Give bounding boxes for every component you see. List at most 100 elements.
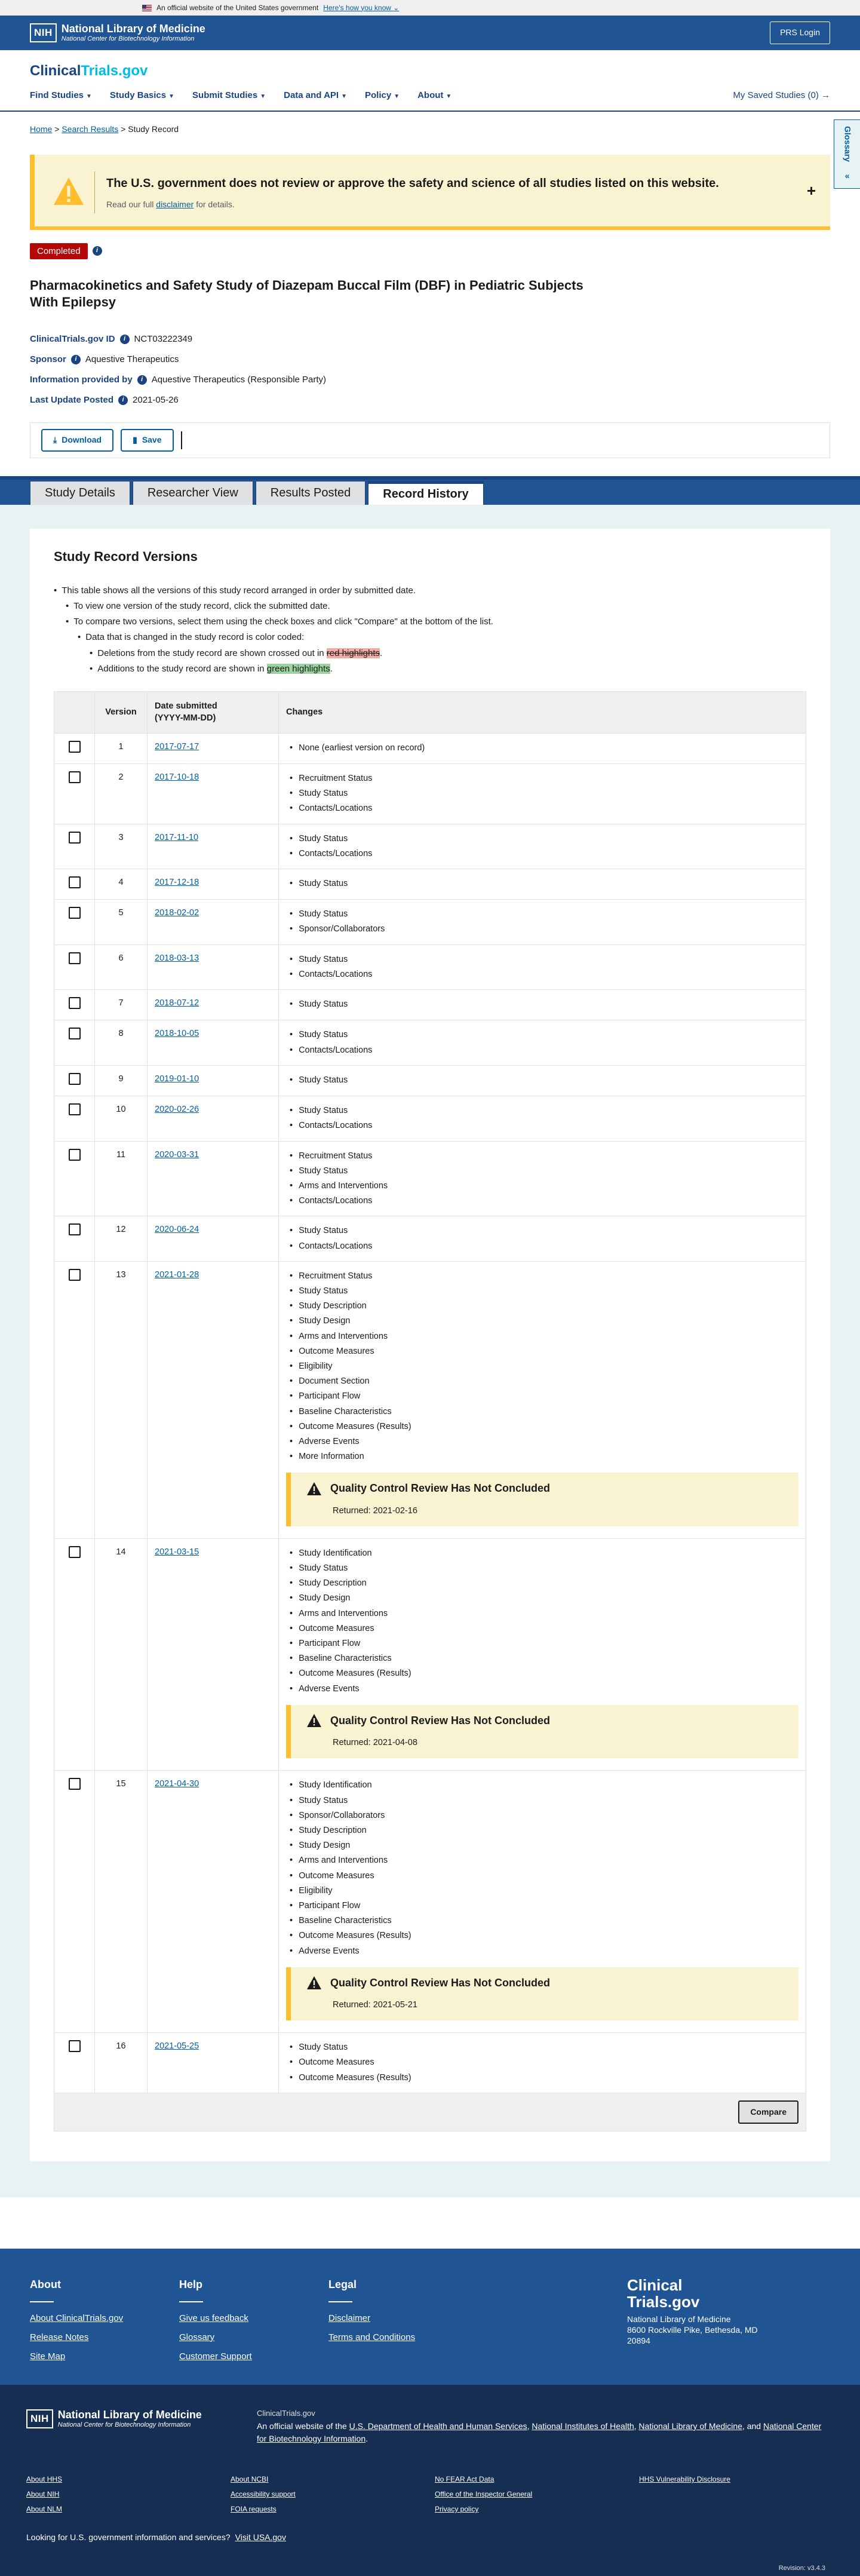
version-date-link[interactable]: 2021-05-25 — [155, 2041, 199, 2051]
version-checkbox[interactable] — [68, 1148, 81, 1161]
footer-link[interactable]: About HHS — [26, 2474, 231, 2485]
nav-study-basics[interactable]: Study Basics ▼ — [110, 89, 174, 102]
change-item: Eligibility — [286, 1884, 798, 1899]
footer-link[interactable]: No FEAR Act Data — [435, 2474, 639, 2485]
footer-link[interactable]: Site Map — [30, 2350, 179, 2363]
version-date-link[interactable]: 2021-01-28 — [155, 1270, 199, 1280]
footer-link[interactable]: Give us feedback — [179, 2312, 328, 2324]
version-date-link[interactable]: 2020-03-31 — [155, 1150, 199, 1160]
my-saved-studies-link[interactable]: My Saved Studies (0) → — [733, 89, 830, 102]
info-icon[interactable]: i — [137, 375, 147, 385]
glossary-tab[interactable]: Glossary « — [834, 119, 860, 189]
version-date-link[interactable]: 2017-07-17 — [155, 742, 199, 752]
version-checkbox[interactable] — [68, 1545, 81, 1558]
version-date-link[interactable]: 2021-03-15 — [155, 1547, 199, 1557]
version-checkbox[interactable] — [68, 740, 81, 753]
tab-researcher-view[interactable]: Researcher View — [132, 480, 253, 505]
version-checkbox[interactable] — [68, 1103, 81, 1116]
version-checkbox[interactable] — [68, 1028, 81, 1040]
provided-label: Information provided by — [30, 375, 133, 385]
date-cell: 2020-06-24 — [147, 1216, 279, 1262]
qc-returned: Returned: 2021-05-21 — [333, 2000, 417, 2010]
change-item: Adverse Events — [286, 1434, 798, 1449]
info-icon[interactable]: i — [70, 354, 81, 364]
change-item: Recruitment Status — [286, 1149, 798, 1164]
version-checkbox[interactable] — [68, 2040, 81, 2053]
version-date-link[interactable]: 2020-02-26 — [155, 1105, 199, 1114]
version-checkbox[interactable] — [68, 907, 81, 919]
footer-link[interactable]: About NIH — [26, 2489, 231, 2500]
version-date-link[interactable]: 2017-12-18 — [155, 878, 199, 887]
usagov-link[interactable]: Visit USA.gov — [235, 2532, 286, 2542]
nih-link[interactable]: National Institutes of Health — [532, 2421, 634, 2431]
footer-link[interactable] — [639, 2489, 843, 2500]
version-checkbox[interactable] — [68, 771, 81, 783]
version-date-link[interactable]: 2018-02-02 — [155, 908, 199, 918]
nlm-footer-logo[interactable]: NIH National Library of Medicine Nationa… — [26, 2409, 202, 2428]
nav-find-studies[interactable]: Find Studies ▼ — [30, 89, 92, 102]
footer-link[interactable]: Terms and Conditions — [328, 2331, 478, 2344]
breadcrumb-search[interactable]: Search Results — [62, 124, 118, 134]
save-button[interactable]: ▮ Save — [121, 428, 174, 452]
nlm-link[interactable]: National Library of Medicine — [638, 2421, 742, 2431]
download-button[interactable]: ⤓ Download — [41, 428, 114, 452]
footer-link[interactable]: Office of the Inspector General — [435, 2489, 639, 2500]
footer-link[interactable]: Disclaimer — [328, 2312, 478, 2324]
tab-record-history[interactable]: Record History — [368, 480, 484, 505]
tab-study-details[interactable]: Study Details — [30, 480, 130, 505]
footer-link[interactable] — [639, 2504, 843, 2514]
nav-policy[interactable]: Policy ▼ — [365, 89, 400, 102]
version-checkbox[interactable] — [68, 952, 81, 964]
version-date-link[interactable]: 2018-03-13 — [155, 953, 199, 963]
version-checkbox[interactable] — [68, 1268, 81, 1281]
nlm-logo[interactable]: NIH National Library of Medicine Nationa… — [30, 23, 205, 42]
qc-returned: Returned: 2021-02-16 — [333, 1505, 417, 1516]
version-checkbox[interactable] — [68, 1223, 81, 1236]
version-checkbox[interactable] — [68, 876, 81, 888]
change-item: Outcome Measures — [286, 1869, 798, 1884]
compare-button[interactable]: Compare — [738, 2100, 798, 2124]
sponsor-label: Sponsor — [30, 354, 66, 365]
tab-results-posted[interactable]: Results Posted — [255, 480, 366, 505]
footer-link[interactable]: About NCBI — [231, 2474, 435, 2485]
expand-plus-icon[interactable]: + — [807, 180, 816, 201]
footer-link[interactable]: Release Notes — [30, 2331, 179, 2344]
date-cell: 2017-10-18 — [147, 763, 279, 824]
disclaimer-link[interactable]: disclaimer — [156, 200, 194, 209]
version-checkbox[interactable] — [68, 1072, 81, 1085]
version-date-link[interactable]: 2021-04-30 — [155, 1779, 199, 1789]
version-date-link[interactable]: 2019-01-10 — [155, 1074, 199, 1084]
version-checkbox[interactable] — [68, 997, 81, 1010]
version-date-link[interactable]: 2018-10-05 — [155, 1029, 199, 1038]
prs-login-button[interactable]: PRS Login — [770, 22, 830, 44]
table-row: 10 2020-02-26 Study StatusContacts/Locat… — [54, 1096, 806, 1142]
version-checkbox[interactable] — [68, 831, 81, 844]
info-icon[interactable]: i — [92, 246, 102, 256]
footer-bottom: NIH National Library of Medicine Nationa… — [0, 2385, 860, 2576]
nav-data-api[interactable]: Data and API ▼ — [284, 89, 347, 102]
desc-line: Data that is changed in the study record… — [54, 630, 806, 645]
footer-link[interactable]: Accessibility support — [231, 2489, 435, 2500]
hhs-link[interactable]: U.S. Department of Health and Human Serv… — [349, 2421, 527, 2431]
version-date-link[interactable]: 2018-07-12 — [155, 998, 199, 1008]
footer-link[interactable]: About NLM — [26, 2504, 231, 2514]
nav-submit-studies[interactable]: Submit Studies ▼ — [192, 89, 266, 102]
footer-link[interactable]: FOIA requests — [231, 2504, 435, 2514]
version-date-link[interactable]: 2017-11-10 — [155, 833, 198, 842]
clinicaltrials-logo[interactable]: ClinicalTrials.gov — [30, 61, 148, 81]
footer-link[interactable]: Glossary — [179, 2331, 328, 2344]
footer-logo[interactable]: Clinical Trials.gov — [627, 2277, 776, 2310]
version-date-link[interactable]: 2020-06-24 — [155, 1225, 199, 1234]
info-icon[interactable]: i — [119, 334, 130, 344]
footer-link[interactable]: HHS Vulnerability Disclosure — [639, 2474, 843, 2485]
nav-about[interactable]: About ▼ — [417, 89, 452, 102]
footer-link[interactable]: Customer Support — [179, 2350, 328, 2363]
info-icon[interactable]: i — [118, 395, 128, 405]
how-you-know-link[interactable]: Here's how you know ⌄ — [323, 3, 399, 13]
qc-alert: Quality Control Review Has Not Concluded… — [286, 1967, 798, 2021]
footer-link[interactable]: About ClinicalTrials.gov — [30, 2312, 179, 2324]
version-date-link[interactable]: 2017-10-18 — [155, 772, 199, 782]
version-checkbox[interactable] — [68, 1778, 81, 1790]
breadcrumb-home[interactable]: Home — [30, 124, 52, 134]
footer-link[interactable]: Privacy policy — [435, 2504, 639, 2514]
